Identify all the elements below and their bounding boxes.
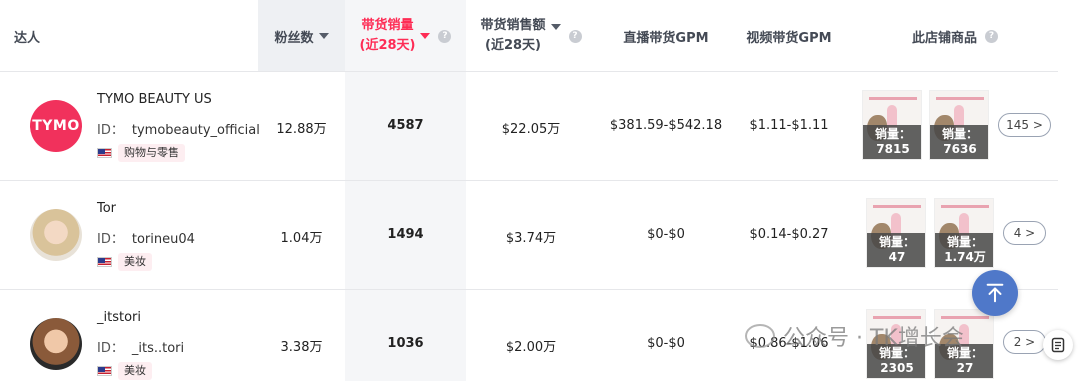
header-sales-period: (近28天) <box>359 38 416 53</box>
revenue-value: $2.00万 <box>505 340 557 355</box>
product-sales-badge: 销量： 7636 <box>930 125 988 159</box>
product-sales-label: 销量： <box>941 127 978 141</box>
product-thumbnail[interactable]: 销量： 7636 <box>929 90 989 160</box>
product-sales-badge: 销量： 47 <box>867 233 925 267</box>
fans-value: 1.04万 <box>280 231 323 246</box>
header-live-gpm-label: 直播带货GPM <box>623 30 709 46</box>
influencer-name[interactable]: TYMO BEAUTY US <box>97 92 212 107</box>
product-sales-badge: 销量： 7815 <box>863 125 921 159</box>
header-video-gpm-label: 视频带货GPM <box>746 30 832 46</box>
product-thumbnail[interactable]: 销量： 1.74万 <box>934 198 994 268</box>
header-fans-sort[interactable]: 粉丝数 <box>258 0 345 72</box>
revenue-value: $3.74万 <box>505 231 557 246</box>
avatar[interactable]: TYMO <box>30 100 82 152</box>
product-sales-value: 7815 <box>876 142 910 156</box>
table-header: 达人 粉丝数 带货销量 (近28天) ? 带货销售额 (近28天) ? 直播带货… <box>0 0 1058 72</box>
id-value: _its..tori <box>131 341 185 356</box>
product-sales-badge: 销量： 1.74万 <box>935 233 993 267</box>
document-icon <box>1051 337 1065 353</box>
product-banner <box>873 205 921 208</box>
influencer-id: ID： _its..tori <box>97 337 184 356</box>
category-tag: 购物与零售 <box>118 144 185 162</box>
us-flag-icon <box>97 148 112 158</box>
header-sales-label: 带货销量 <box>361 18 414 33</box>
category-tag: 美妆 <box>118 362 152 380</box>
more-products-button[interactable]: 145 > <box>998 113 1051 137</box>
sales-value: 4587 <box>387 118 424 133</box>
header-influencer: 达人 <box>14 0 94 72</box>
header-fans-label: 粉丝数 <box>274 30 314 46</box>
us-flag-icon <box>97 257 112 267</box>
arrow-up-icon <box>986 283 1004 303</box>
more-products-button[interactable]: 4 > <box>1003 221 1046 245</box>
id-label: ID： <box>97 123 124 138</box>
sales-value: 1494 <box>387 227 424 242</box>
fans-value: 12.88万 <box>276 122 327 137</box>
live-gpm-value: $0-$0 <box>647 227 685 242</box>
video-gpm-value: $0.14-$0.27 <box>749 227 829 242</box>
header-shop-products-label: 此店铺商品 <box>911 30 977 46</box>
product-sales-label: 销量： <box>946 235 983 249</box>
id-value: tymobeauty_official <box>131 123 260 138</box>
header-revenue-label: 带货销售额 <box>480 18 546 33</box>
header-sales-sort[interactable]: 带货销量 (近28天) ? <box>345 0 466 72</box>
caret-down-icon <box>318 33 329 39</box>
sales-value: 1036 <box>387 336 424 351</box>
fans-value: 3.38万 <box>280 340 323 355</box>
caret-down-icon <box>420 33 431 39</box>
table-row[interactable]: Tor ID： torineu04 美妆 1.04万 1494 $3.74万 $0… <box>0 181 1058 290</box>
product-thumbnail[interactable]: 销量： 7815 <box>862 90 922 160</box>
more-products-button[interactable]: 2 > <box>1003 330 1046 354</box>
us-flag-icon <box>97 366 112 376</box>
influencer-id: ID： torineu04 <box>97 228 195 247</box>
category-tag: 美妆 <box>118 253 152 271</box>
product-banner <box>869 97 917 100</box>
product-sales-value: 1.74万 <box>944 250 986 264</box>
caret-down-icon <box>550 24 561 30</box>
avatar[interactable] <box>30 318 82 370</box>
influencer-name[interactable]: _itstori <box>97 310 141 325</box>
product-sales-label: 销量： <box>878 235 915 249</box>
avatar[interactable] <box>30 209 82 261</box>
product-sales-value: 7636 <box>943 142 977 156</box>
question-icon[interactable]: ? <box>438 29 452 43</box>
side-document-button[interactable] <box>1043 330 1073 360</box>
live-gpm-value: $381.59-$542.18 <box>609 118 723 133</box>
table-row[interactable]: TYMO TYMO BEAUTY US ID： tymobeauty_offici… <box>0 72 1058 181</box>
product-sales-value: 27 <box>956 361 974 375</box>
question-icon[interactable]: ? <box>568 29 582 43</box>
product-banner <box>936 97 984 100</box>
header-video-gpm: 视频带货GPM <box>730 0 848 72</box>
product-thumbnail[interactable]: 销量： 47 <box>866 198 926 268</box>
header-influencer-label: 达人 <box>14 30 41 46</box>
watermark: 公众号 · TK增长会 <box>745 316 964 356</box>
video-gpm-value: $1.11-$1.11 <box>749 118 829 133</box>
header-shop-products: 此店铺商品 ? <box>880 0 1030 72</box>
product-sales-label: 销量： <box>874 127 911 141</box>
id-label: ID： <box>97 232 124 247</box>
influencer-name[interactable]: Tor <box>97 201 116 216</box>
header-revenue-sort[interactable]: 带货销售额 (近28天) ? <box>466 0 596 72</box>
product-sales-value: 2305 <box>880 361 914 375</box>
live-gpm-value: $0-$0 <box>647 336 685 351</box>
id-value: torineu04 <box>131 232 195 247</box>
wechat-icon <box>745 324 775 348</box>
influencer-id: ID： tymobeauty_official <box>97 119 260 138</box>
product-banner <box>941 205 989 208</box>
header-live-gpm: 直播带货GPM <box>605 0 727 72</box>
watermark-text: 公众号 · TK增长会 <box>783 326 964 351</box>
revenue-value: $22.05万 <box>501 122 561 137</box>
product-sales-value: 47 <box>888 250 906 264</box>
header-revenue-period: (近28天) <box>485 38 541 53</box>
question-icon[interactable]: ? <box>985 29 998 43</box>
scroll-top-button[interactable] <box>972 270 1018 316</box>
id-label: ID： <box>97 341 124 356</box>
